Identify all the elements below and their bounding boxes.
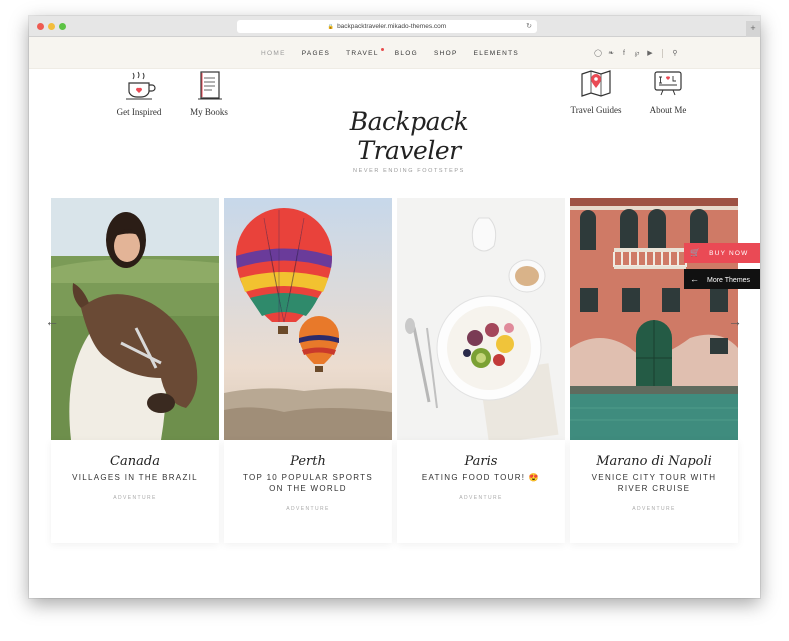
browser-window: 🔒 backpacktraveler.mikado-themes.com ↻ + … <box>29 16 760 598</box>
post-category[interactable]: ADVENTURE <box>397 495 565 501</box>
get-inspired-label: Get Inspired <box>116 107 162 117</box>
post-card-body: Perth TOP 10 POPULAR SPORTS ON THE WORLD… <box>224 440 392 543</box>
travel-guides-label: Travel Guides <box>570 105 622 115</box>
post-image <box>397 198 565 440</box>
minimize-window-button[interactable] <box>48 23 55 30</box>
arrow-left-icon: ← <box>690 274 699 284</box>
post-card-body: Paris EATING FOOD TOUR! 😍 ADVENTURE <box>397 440 565 543</box>
menu-item-travel-label: TRAVEL <box>346 49 379 57</box>
lock-icon: 🔒 <box>327 24 335 30</box>
new-dot-icon <box>380 47 384 51</box>
about-me-label: About Me <box>649 105 687 115</box>
divider <box>662 48 663 58</box>
menu-item-blog[interactable]: BLOG <box>395 50 418 57</box>
post-card[interactable]: Canada VILLAGES IN THE BRAZIL ADVENTURE <box>51 198 219 543</box>
header-link-get-inspired[interactable]: Get Inspired <box>104 69 174 117</box>
post-card-body: Canada VILLAGES IN THE BRAZIL ADVENTURE <box>51 440 219 543</box>
post-card[interactable]: Paris EATING FOOD TOUR! 😍 ADVENTURE <box>397 198 565 543</box>
my-books-label: My Books <box>190 107 228 117</box>
youtube-icon[interactable]: ▶ <box>646 49 654 57</box>
logo-tagline: NEVER ENDING FOOTSTEPS <box>353 168 465 174</box>
post-card-body: Marano di Napoli VENICE CITY TOUR WITH R… <box>570 440 738 543</box>
site-nav: HOME PAGES TRAVEL BLOG SHOP ELEMENTS ◯ ❧… <box>29 37 760 69</box>
header-link-about-me[interactable]: About Me <box>633 67 703 115</box>
post-place: Paris <box>464 454 498 469</box>
menu-item-pages[interactable]: PAGES <box>302 50 330 57</box>
carousel-next-arrow[interactable]: → <box>724 314 746 328</box>
more-themes-label: More Themes <box>707 277 751 284</box>
post-carousel: Canada VILLAGES IN THE BRAZIL ADVENTURE <box>51 198 738 543</box>
menu-item-home[interactable]: HOME <box>261 50 286 57</box>
site-header: Get Inspired My Books Backpack Traveler … <box>29 69 760 189</box>
close-window-button[interactable] <box>37 23 44 30</box>
reload-icon[interactable]: ↻ <box>526 20 532 33</box>
post-place: Perth <box>290 454 326 469</box>
post-image <box>570 198 738 440</box>
post-place: Canada <box>110 454 160 469</box>
post-category[interactable]: ADVENTURE <box>570 506 738 512</box>
header-link-travel-guides[interactable]: Travel Guides <box>561 67 631 115</box>
post-category[interactable]: ADVENTURE <box>51 495 219 501</box>
post-title[interactable]: VENICE CITY TOUR WITH RIVER CRUISE <box>584 472 724 494</box>
header-link-my-books[interactable]: My Books <box>174 69 244 117</box>
menu-item-travel[interactable]: TRAVEL <box>346 47 384 57</box>
url-text: backpacktraveler.mikado-themes.com <box>337 23 447 30</box>
facebook-icon[interactable]: f <box>620 50 628 57</box>
notebook-icon <box>198 71 222 100</box>
social-links: ◯ ❧ f ℘ ▶ ⚲ <box>594 37 679 69</box>
menu-item-elements[interactable]: ELEMENTS <box>474 50 519 57</box>
carousel-prev-arrow[interactable]: ← <box>41 314 63 328</box>
buy-now-label: BUY NOW <box>709 250 749 257</box>
browser-chrome: 🔒 backpacktraveler.mikado-themes.com ↻ + <box>29 16 760 37</box>
logo-text: Backpack Traveler <box>349 107 469 165</box>
new-tab-button[interactable]: + <box>746 21 760 37</box>
pinterest-icon[interactable]: ℘ <box>633 49 641 57</box>
more-themes-button[interactable]: ← More Themes <box>684 269 760 289</box>
post-card[interactable]: Perth TOP 10 POPULAR SPORTS ON THE WORLD… <box>224 198 392 543</box>
post-image <box>224 198 392 440</box>
site-logo[interactable]: Backpack Traveler NEVER ENDING FOOTSTEPS <box>299 107 519 174</box>
instagram-icon[interactable]: ◯ <box>594 49 602 57</box>
i-love-travel-icon <box>654 71 682 96</box>
twitter-icon[interactable]: ❧ <box>607 49 615 57</box>
post-place: Marano di Napoli <box>596 454 712 469</box>
search-icon[interactable]: ⚲ <box>671 49 679 57</box>
post-title[interactable]: TOP 10 POPULAR SPORTS ON THE WORLD <box>238 472 378 494</box>
menu-item-shop[interactable]: SHOP <box>434 50 458 57</box>
buy-now-button[interactable]: 🛒 BUY NOW <box>684 243 760 263</box>
address-bar[interactable]: 🔒 backpacktraveler.mikado-themes.com ↻ <box>237 20 537 33</box>
map-pin-icon <box>581 70 611 97</box>
post-title[interactable]: EATING FOOD TOUR! 😍 <box>411 472 551 483</box>
cart-icon: 🛒 <box>690 248 702 257</box>
post-title[interactable]: VILLAGES IN THE BRAZIL <box>65 472 205 483</box>
coffee-cup-icon <box>126 71 156 100</box>
post-category[interactable]: ADVENTURE <box>224 506 392 512</box>
post-image <box>51 198 219 440</box>
main-menu: HOME PAGES TRAVEL BLOG SHOP ELEMENTS <box>261 37 535 69</box>
maximize-window-button[interactable] <box>59 23 66 30</box>
